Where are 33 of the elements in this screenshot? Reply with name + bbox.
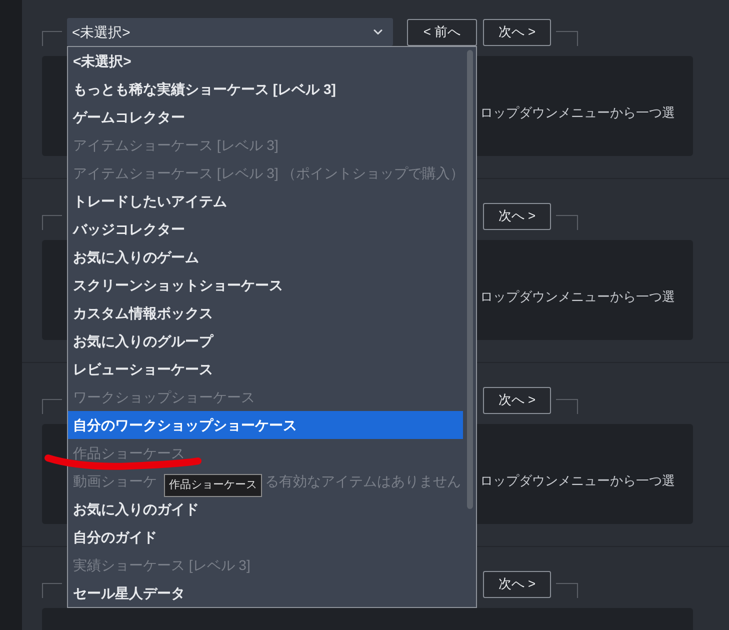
next-button[interactable]: 次へ > (483, 202, 551, 230)
panel-text: ロップダウンメニューから一つ選 (480, 473, 676, 489)
panel-text: ロップダウンメニューから一つ選 (480, 289, 676, 305)
dropdown-option[interactable]: 自分のガイド (68, 523, 463, 551)
frame-corner (42, 31, 62, 46)
dropdown-option[interactable]: 自分のワークショップショーケース (68, 411, 463, 439)
previous-button[interactable]: < 前へ (407, 18, 477, 46)
next-button[interactable]: 次へ > (483, 570, 551, 598)
frame-corner (42, 583, 62, 598)
dropdown-option[interactable]: <未選択> (68, 47, 463, 75)
showcase-select[interactable]: <未選択> (67, 18, 393, 46)
frame-corner (556, 583, 578, 598)
dropdown-option[interactable]: トレードしたいアイテム (68, 187, 463, 215)
dropdown-option[interactable]: お気に入りのガイド (68, 495, 463, 523)
dropdown-option[interactable]: もっとも稀な実績ショーケース [レベル 3] (68, 75, 463, 103)
frame-corner (42, 399, 62, 414)
frame-corner (556, 215, 578, 230)
dropdown-option[interactable]: セール星人データ (68, 579, 463, 607)
scrollbar-thumb[interactable] (467, 50, 473, 509)
dropdown-option[interactable]: バッジコレクター (68, 215, 463, 243)
dropdown-option[interactable]: ゲームコレクター (68, 103, 463, 131)
panel-text: ロップダウンメニューから一つ選 (480, 105, 676, 121)
frame-corner (556, 399, 578, 414)
next-button[interactable]: 次へ > (483, 386, 551, 414)
dropdown-option[interactable]: レビューショーケース (68, 355, 463, 383)
tooltip: 作品ショーケース (164, 474, 262, 497)
dropdown-option[interactable]: スクリーンショットショーケース (68, 271, 463, 299)
dropdown-option[interactable]: お気に入りのグループ (68, 327, 463, 355)
frame-corner (42, 215, 62, 230)
frame-corner (556, 31, 578, 46)
dropdown-option[interactable]: お気に入りのゲーム (68, 243, 463, 271)
next-button[interactable]: 次へ > (483, 18, 551, 46)
dropdown-option[interactable]: カスタム情報ボックス (68, 299, 463, 327)
